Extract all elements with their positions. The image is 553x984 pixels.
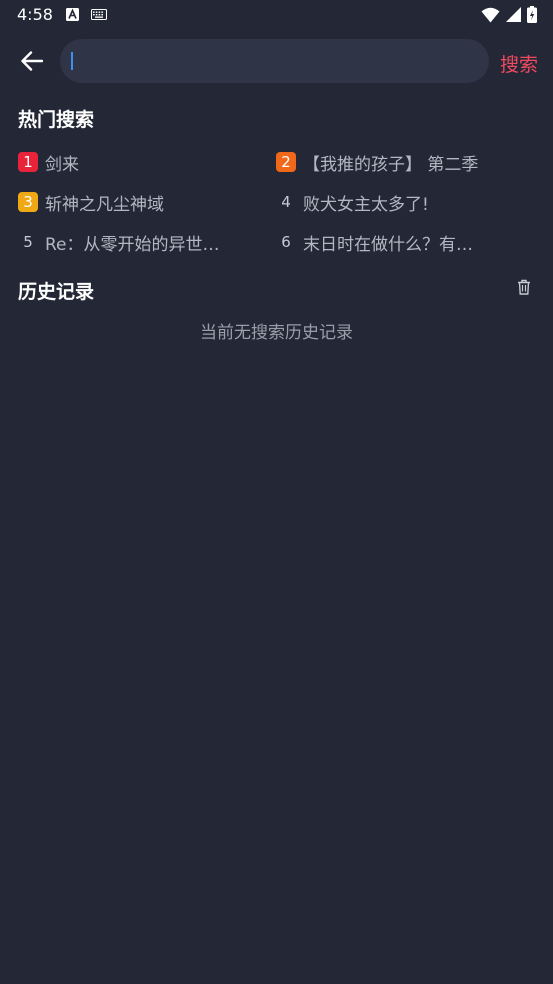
rank-badge: 3 [18,192,38,212]
status-time: 4:58 [17,5,53,24]
hot-item-text: 斩神之凡尘神域 [45,194,164,215]
hot-item-3[interactable]: 3 斩神之凡尘神域 [18,190,258,215]
battery-icon [527,6,537,23]
arrow-left-icon [21,51,43,71]
status-bar: 4:58 [0,0,553,30]
hot-item-4[interactable]: 4 败犬女主太多了! [276,190,536,215]
history-empty-message: 当前无搜索历史记录 [200,323,353,343]
trash-icon [518,279,530,295]
hot-search-title: 热门搜索 [18,109,95,131]
signal-icon [506,7,521,22]
back-button[interactable] [14,46,50,76]
search-box[interactable] [60,39,489,83]
hot-item-5[interactable]: 5 Re：从零开始的异世… [18,230,238,255]
hot-item-text: 【我推的孩子】 第二季 [303,154,479,175]
rank-number: 5 [23,233,33,251]
wifi-icon [481,7,500,22]
hot-item-6[interactable]: 6 末日时在做什么？有… [276,230,496,255]
rank-badge: 2 [276,152,296,172]
hot-item-2[interactable]: 2 【我推的孩子】 第二季 [276,150,536,175]
font-a-icon [66,8,79,21]
hot-item-text: 剑来 [45,154,79,175]
hot-item-text: 败犬女主太多了! [303,194,429,215]
clear-history-button[interactable] [517,279,535,297]
search-input[interactable] [74,39,474,83]
history-title: 历史记录 [18,281,95,303]
search-button[interactable]: 搜索 [500,50,538,77]
rank-badge: 1 [18,152,38,172]
hot-item-1[interactable]: 1 剑来 [18,150,258,175]
keyboard-icon [91,9,107,20]
rank-number: 6 [281,233,291,251]
hot-item-text: 末日时在做什么？有… [303,234,473,255]
search-toolbar: 搜索 [0,38,553,86]
text-caret [71,52,73,70]
hot-item-text: Re：从零开始的异世… [45,234,220,255]
rank-number: 4 [281,193,291,211]
